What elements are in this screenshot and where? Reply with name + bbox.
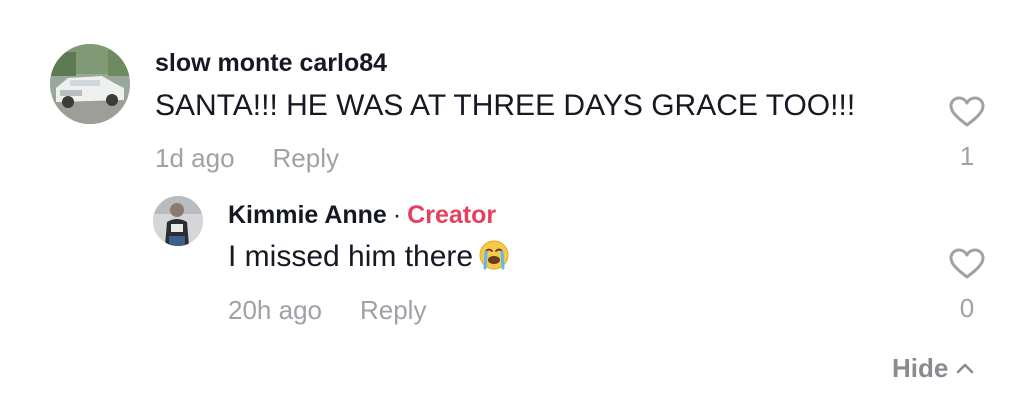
reply-button[interactable]: Reply xyxy=(360,295,426,325)
reply-text: I missed him there xyxy=(228,240,474,273)
hide-replies-button[interactable]: Hide xyxy=(892,350,974,384)
like-count: 1 xyxy=(959,141,975,171)
reply-username[interactable]: Kimmie Anne xyxy=(228,201,387,229)
hide-label[interactable]: Hide xyxy=(892,353,948,383)
reply-username-row: Kimmie Anne · Creator xyxy=(228,201,496,230)
reply-meta: 20h ago Reply xyxy=(228,295,426,326)
avatar[interactable] xyxy=(153,196,203,246)
comment-meta: 1d ago Reply xyxy=(155,143,339,174)
comment-timestamp: 1d ago xyxy=(155,143,235,173)
comment-thread: slow monte carlo84 SANTA!!! HE WAS AT TH… xyxy=(0,0,1032,414)
heart-outline-icon[interactable] xyxy=(949,248,985,280)
car-photo xyxy=(50,44,130,124)
loudly-crying-face-icon xyxy=(479,240,509,278)
reply-button[interactable]: Reply xyxy=(273,143,339,173)
heart-outline-icon[interactable] xyxy=(949,96,985,128)
reply-timestamp: 20h ago xyxy=(228,295,322,325)
comment-text: SANTA!!! HE WAS AT THREE DAYS GRACE TOO!… xyxy=(155,89,856,122)
chevron-up-icon[interactable] xyxy=(956,350,974,381)
avatar[interactable] xyxy=(50,44,130,124)
person-photo xyxy=(153,196,203,246)
comment-username[interactable]: slow monte carlo84 xyxy=(155,49,387,78)
username-text[interactable]: slow monte carlo84 xyxy=(155,49,387,77)
reply-text-row: I missed him there xyxy=(228,240,509,278)
separator: · xyxy=(392,201,402,229)
creator-badge: Creator xyxy=(407,201,497,229)
like-count: 0 xyxy=(959,293,975,323)
